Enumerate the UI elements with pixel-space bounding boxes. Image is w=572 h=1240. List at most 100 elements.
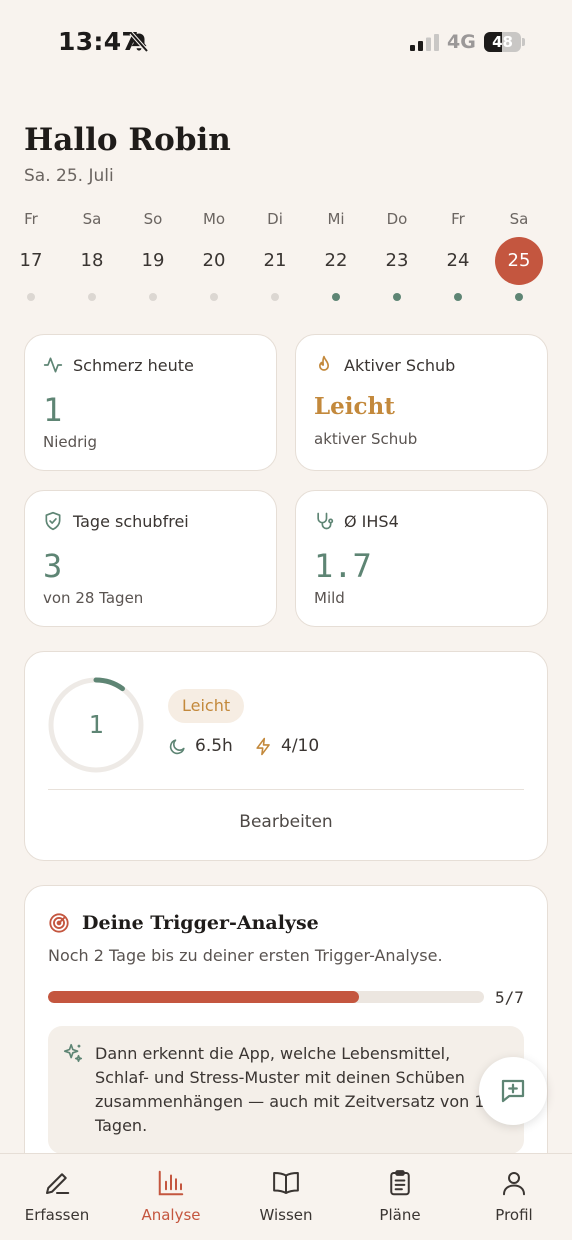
card-header: Tage schubfrei: [43, 511, 189, 531]
status-time: 13:47: [58, 27, 140, 56]
pain-value: 1: [43, 391, 63, 429]
info-text: Dann erkennt die App, welche Lebensmitte…: [95, 1044, 503, 1135]
progress-fill: [48, 991, 360, 1003]
day-log-dot: [27, 293, 35, 301]
day-number: 21: [263, 250, 287, 271]
day-name: Sa: [509, 210, 529, 228]
day-name: Fr: [451, 210, 465, 228]
card-title: Aktiver Schub: [344, 355, 456, 375]
day-name: Mo: [202, 210, 226, 228]
day-number: 20: [202, 250, 226, 271]
progress-label: 5/7: [495, 988, 524, 1007]
network-label: 4G: [447, 31, 476, 53]
message-plus-icon: [501, 1079, 525, 1103]
tab-label: Pläne: [379, 1206, 421, 1224]
day-item[interactable]: Mi 22: [311, 210, 361, 301]
day-number: 17: [19, 250, 43, 271]
add-note-button[interactable]: [479, 1057, 547, 1125]
day-number: 22: [324, 250, 348, 271]
free-days-label: von 28 Tagen: [43, 589, 144, 607]
free-days-value: 3: [43, 547, 63, 585]
sparkles-icon: [63, 1043, 83, 1063]
tab-plaene[interactable]: Pläne: [350, 1166, 450, 1224]
tab-label: Profil: [495, 1206, 533, 1224]
active-flare-card[interactable]: Aktiver Schub Leicht aktiver Schub: [295, 334, 548, 471]
battery-tip: [522, 38, 525, 46]
sleep-metric: 6.5h: [168, 736, 233, 756]
tab-label: Wissen: [259, 1206, 313, 1224]
day-item[interactable]: Sa 25: [494, 210, 544, 301]
battery-percent: 48: [492, 33, 513, 51]
tab-label: Erfassen: [24, 1206, 90, 1224]
bell-muted-icon: [129, 31, 149, 53]
card-title: Ø IHS4: [344, 511, 399, 531]
day-item[interactable]: Do 23: [372, 210, 422, 301]
day-log-dot: [88, 293, 96, 301]
info-box: Dann erkennt die App, welche Lebensmitte…: [48, 1026, 524, 1154]
day-log-dot: [149, 293, 157, 301]
stethoscope-icon: [317, 512, 334, 530]
day-number: 23: [385, 250, 409, 271]
card-title: Schmerz heute: [73, 355, 194, 375]
pain-ring-value: 1: [88, 710, 104, 739]
flare-free-days-card[interactable]: Tage schubfrei 3 von 28 Tagen: [24, 490, 277, 627]
trigger-progress-bar: [48, 991, 484, 1003]
card-header: Ø IHS4: [314, 511, 399, 531]
severity-badge: Leicht: [168, 689, 245, 723]
trigger-subtitle: Noch 2 Tage bis zu deiner ersten Trigger…: [48, 946, 443, 965]
day-item[interactable]: Fr 17: [6, 210, 56, 301]
tab-label: Analyse: [141, 1206, 201, 1224]
flare-label: aktiver Schub: [314, 430, 418, 448]
flare-value: Leicht: [314, 393, 395, 420]
card-header: Aktiver Schub: [314, 355, 455, 375]
trigger-title-row: Deine Trigger-Analyse: [48, 912, 319, 934]
day-item[interactable]: Mo 20: [189, 210, 239, 301]
book-icon: [273, 1172, 299, 1194]
week-strip: Fr 17 Sa 18 So 19 Mo 20 Di 21 Mi 22 Do 2…: [0, 210, 572, 305]
user-icon: [503, 1172, 525, 1196]
day-log-dot: [332, 293, 340, 301]
day-log-dot: [271, 293, 279, 301]
day-name: Mi: [327, 210, 345, 228]
flame-icon: [319, 355, 329, 371]
day-number: 19: [141, 250, 165, 271]
tab-analyse[interactable]: Analyse: [121, 1166, 221, 1224]
bar-chart-icon: [158, 1170, 184, 1196]
day-item[interactable]: Fr 24: [433, 210, 483, 301]
day-number: 24: [446, 250, 470, 271]
ihs4-label: Mild: [314, 589, 345, 607]
moon-icon: [169, 738, 185, 754]
stress-value: 4/10: [281, 736, 320, 756]
clipboard-icon: [390, 1170, 410, 1196]
signal-icon: [410, 34, 439, 51]
day-item[interactable]: So 19: [128, 210, 178, 301]
day-log-dot: [515, 293, 523, 301]
status-bar: 13:47 4G 48: [0, 0, 572, 86]
trigger-title: Deine Trigger-Analyse: [82, 912, 319, 934]
stress-metric: 4/10: [254, 736, 319, 756]
activity-icon: [43, 357, 63, 373]
card-header: Schmerz heute: [43, 355, 194, 375]
tab-wissen[interactable]: Wissen: [236, 1166, 336, 1224]
tab-profil[interactable]: Profil: [464, 1166, 564, 1224]
shield-check-icon: [45, 511, 61, 531]
card-title: Tage schubfrei: [73, 511, 189, 531]
date-subtitle: Sa. 25. Juli: [24, 166, 114, 186]
pencil-icon: [46, 1173, 70, 1194]
day-item[interactable]: Di 21: [250, 210, 300, 301]
ihs4-value: 1.7: [314, 547, 372, 585]
ihs4-card[interactable]: Ø IHS4 1.7 Mild: [295, 490, 548, 627]
day-name: Di: [267, 210, 283, 228]
lightning-icon: [256, 737, 270, 755]
greeting-title: Hallo Robin: [24, 122, 231, 158]
day-number: 25: [495, 237, 543, 285]
sleep-value: 6.5h: [195, 736, 233, 756]
pain-today-card[interactable]: Schmerz heute 1 Niedrig: [24, 334, 277, 471]
day-log-dot: [393, 293, 401, 301]
day-item[interactable]: Sa 18: [67, 210, 117, 301]
day-name: Do: [386, 210, 408, 228]
divider: [48, 789, 524, 790]
edit-button[interactable]: Bearbeiten: [25, 800, 547, 845]
tab-erfassen[interactable]: Erfassen: [7, 1166, 107, 1224]
day-name: Sa: [82, 210, 102, 228]
